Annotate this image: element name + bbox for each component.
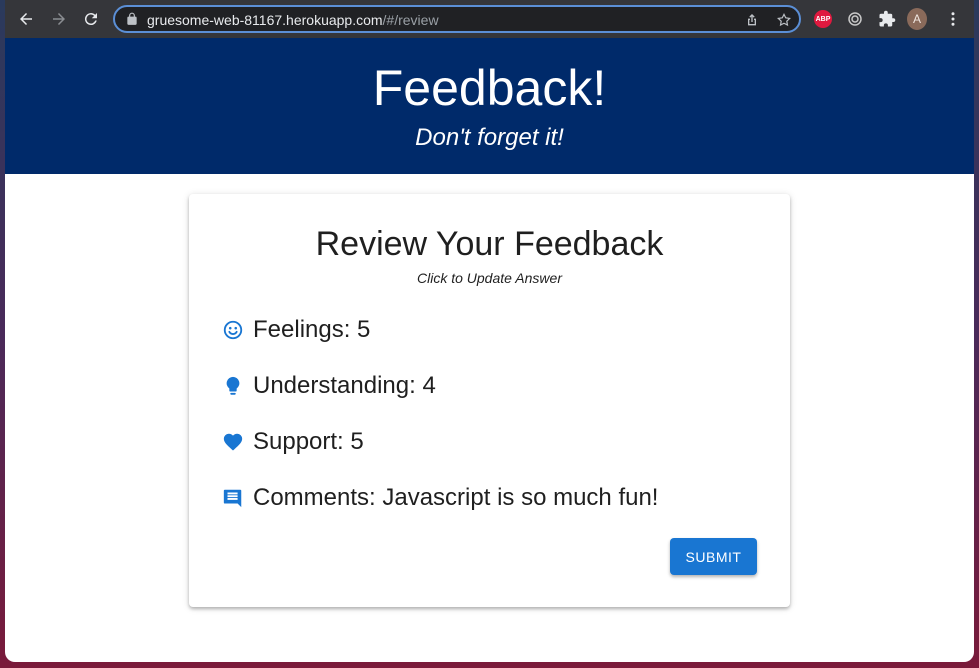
address-bar[interactable]: gruesome-web-81167.herokuapp.com/#/revie… bbox=[113, 5, 801, 33]
extensions-button[interactable] bbox=[877, 9, 897, 29]
url-host: gruesome-web-81167.herokuapp.com bbox=[147, 12, 383, 28]
review-item-understanding[interactable]: Understanding: 4 bbox=[221, 371, 436, 401]
lightbulb-icon bbox=[221, 374, 245, 398]
app-header: Feedback! Don't forget it! bbox=[5, 38, 974, 174]
app-subtitle: Don't forget it! bbox=[415, 124, 564, 151]
url-path: /#/review bbox=[382, 12, 439, 28]
url-text: gruesome-web-81167.herokuapp.com/#/revie… bbox=[147, 11, 439, 29]
adblock-icon: ABP bbox=[814, 10, 832, 28]
kebab-menu-icon bbox=[951, 12, 955, 26]
puzzle-icon bbox=[879, 10, 896, 27]
review-title: Review Your Feedback bbox=[315, 225, 664, 263]
review-item-comments[interactable]: Comments: Javascript is so much fun! bbox=[221, 483, 658, 513]
review-item-label: Comments: Javascript is so much fun! bbox=[253, 484, 659, 511]
profile-button[interactable]: A bbox=[907, 8, 927, 30]
forward-arrow-icon bbox=[53, 13, 65, 25]
review-item-label: Support: 5 bbox=[253, 428, 364, 455]
browser-toolbar: gruesome-web-81167.herokuapp.com/#/revie… bbox=[5, 0, 974, 38]
adblock-extension-button[interactable]: ABP bbox=[813, 9, 833, 29]
browser-window: gruesome-web-81167.herokuapp.com/#/revie… bbox=[5, 0, 974, 662]
app-title: Feedback! bbox=[372, 60, 607, 116]
review-item-label: Understanding: 4 bbox=[253, 372, 436, 399]
back-button[interactable] bbox=[13, 6, 39, 32]
smiley-icon bbox=[221, 318, 245, 342]
bookmark-star-icon[interactable] bbox=[776, 12, 792, 28]
browser-menu-button[interactable] bbox=[943, 9, 963, 29]
review-card: Review Your Feedback Click to Update Ans… bbox=[189, 194, 790, 607]
submit-button[interactable]: SUBMIT bbox=[670, 538, 757, 575]
heart-icon bbox=[221, 430, 245, 454]
share-icon[interactable] bbox=[744, 12, 760, 28]
extension-target-button[interactable] bbox=[845, 9, 865, 29]
review-item-label: Feelings: 5 bbox=[253, 316, 371, 343]
review-instructions: Click to Update Answer bbox=[417, 270, 562, 286]
review-item-feelings[interactable]: Feelings: 5 bbox=[221, 315, 370, 345]
back-arrow-icon bbox=[20, 13, 32, 25]
review-item-support[interactable]: Support: 5 bbox=[221, 427, 364, 457]
target-icon bbox=[848, 12, 862, 26]
lock-icon bbox=[127, 12, 137, 25]
reload-icon bbox=[84, 13, 97, 26]
reload-button[interactable] bbox=[78, 6, 104, 32]
comment-icon bbox=[221, 486, 245, 510]
avatar: A bbox=[907, 8, 927, 30]
forward-button[interactable] bbox=[46, 6, 72, 32]
